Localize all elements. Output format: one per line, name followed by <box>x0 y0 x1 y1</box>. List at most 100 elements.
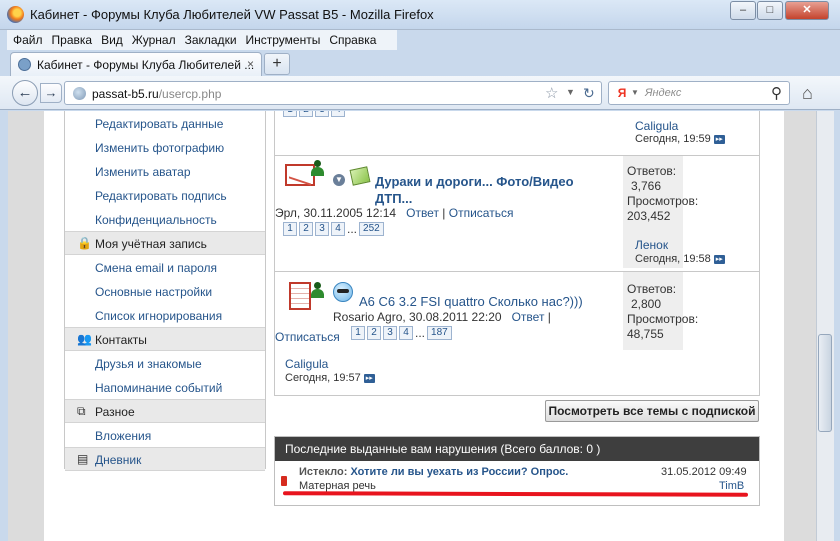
thread-title[interactable]: Дураки и дороги... Фото/Видео <box>375 174 574 189</box>
address-bar[interactable]: passat-b5.ru/usercp.php ☆ ▼ ↻ <box>64 81 602 105</box>
last-post-time-text: Сегодня, 19:57 <box>285 372 361 384</box>
tab-close-icon[interactable]: × <box>247 57 254 71</box>
tab-cabinet[interactable]: Кабинет - Форумы Клуба Любителей ... × <box>10 52 262 76</box>
minimize-button[interactable]: – <box>730 1 756 20</box>
unsubscribe-link[interactable]: Отписаться <box>275 330 340 344</box>
window-titlebar[interactable]: Кабинет - Форумы Клуба Любителей VW Pass… <box>0 0 840 30</box>
sidebar-item-change-avatar[interactable]: Изменить аватар <box>95 165 191 179</box>
thread-pagination: 1 2 3 4 <box>283 111 345 117</box>
page-link[interactable]: 1 <box>351 326 365 340</box>
yandex-icon[interactable]: Я <box>615 86 629 100</box>
page-viewport: Редактировать данные Изменить фотографию… <box>8 111 816 541</box>
maximize-button[interactable]: □ <box>757 1 783 20</box>
page-link[interactable]: 4 <box>331 111 345 117</box>
go-to-last-post-icon[interactable]: ▸▸ <box>713 134 725 144</box>
sidebar-item-privacy[interactable]: Конфиденциальность <box>95 213 217 227</box>
scrollbar-thumb[interactable] <box>818 334 832 432</box>
page-link-last[interactable]: 187 <box>427 326 452 340</box>
page-link[interactable]: 4 <box>399 326 413 340</box>
thread-title[interactable]: A6 C6 3.2 FSI quattro Сколько нас?))) <box>359 294 583 309</box>
page-link[interactable]: 2 <box>299 222 313 236</box>
site-favicon-icon <box>18 58 31 71</box>
page-link[interactable]: 1 <box>283 111 297 117</box>
sidebar-item-change-photo[interactable]: Изменить фотографию <box>95 141 224 155</box>
page-link[interactable]: 3 <box>315 222 329 236</box>
last-post-user[interactable]: Caligula <box>635 119 678 133</box>
infraction-moderator-link[interactable]: TimB <box>719 480 744 492</box>
page-link[interactable]: 2 <box>367 326 381 340</box>
menu-file[interactable]: Файл <box>13 33 43 47</box>
menu-view[interactable]: Вид <box>101 33 123 47</box>
page-scrollbar[interactable] <box>816 111 834 541</box>
menu-bar: Файл Правка Вид Журнал Закладки Инструме… <box>7 30 397 50</box>
search-icon[interactable]: ⚲ <box>771 84 782 102</box>
pagination-ellipsis: ... <box>415 326 426 340</box>
infraction-thread-link[interactable]: Хотите ли вы уехать из России? Опрос. <box>350 466 568 478</box>
menu-history[interactable]: Журнал <box>132 33 176 47</box>
search-input[interactable]: Яндекс <box>645 87 681 99</box>
sidebar-item-event-reminders[interactable]: Напоминание событий <box>95 381 222 395</box>
thread-meta: Эрл, 30.11.2005 12:14 Ответ | Отписаться <box>275 206 514 220</box>
sidebar-item-friends[interactable]: Друзья и знакомые <box>95 357 202 371</box>
sidebar-item-email-password[interactable]: Смена email и пароля <box>95 261 217 275</box>
reload-icon[interactable]: ↻ <box>583 85 595 102</box>
infractions-header: Последние выданные вам нарушения (Всего … <box>275 437 759 461</box>
sidebar-header-contacts: 👥 Контакты <box>65 327 265 351</box>
new-tab-button[interactable]: + <box>264 53 290 75</box>
url-host: passat-b5.ru <box>92 87 159 101</box>
page-link[interactable]: 4 <box>331 222 345 236</box>
page-link[interactable]: 1 <box>283 222 297 236</box>
thread-title-continued[interactable]: ДТП... <box>375 191 412 206</box>
menu-tools[interactable]: Инструменты <box>246 33 321 47</box>
last-post-user[interactable]: Caligula <box>285 357 328 371</box>
menu-help[interactable]: Справка <box>329 33 376 47</box>
menu-bookmarks[interactable]: Закладки <box>185 33 237 47</box>
sidebar-item-edit-signature[interactable]: Редактировать подпись <box>95 189 227 203</box>
thread-row: 1 2 3 4 Caligula Сегодня, 19:59▸▸ <box>275 111 759 153</box>
new-posts-arrow-icon[interactable]: ▼ <box>333 174 345 186</box>
sidebar-header-diary[interactable]: ▤ Дневник <box>65 447 265 471</box>
close-window-button[interactable]: ✕ <box>785 1 829 20</box>
back-button[interactable]: ← <box>12 80 38 106</box>
menu-edit[interactable]: Правка <box>52 33 93 47</box>
home-icon[interactable]: ⌂ <box>802 83 813 104</box>
sidebar-item-ignore-list[interactable]: Список игнорирования <box>95 309 222 323</box>
sidebar-header-label: Разное <box>95 405 135 419</box>
subscribed-threads: 1 2 3 4 Caligula Сегодня, 19:59▸▸ ▼ Дура… <box>274 111 760 396</box>
thread-pagination: 1 2 3 4 ... 187 <box>351 326 452 340</box>
go-to-last-post-icon[interactable]: ▸▸ <box>363 373 375 383</box>
sidebar-item-attachments[interactable]: Вложения <box>95 429 151 443</box>
last-post-time: Сегодня, 19:59 ▸▸ <box>635 133 725 145</box>
search-engine-dropdown-icon[interactable]: ▼ <box>631 88 639 97</box>
sidebar-item-edit-profile[interactable]: Редактировать данные <box>95 117 223 131</box>
thread-author-date: Эрл, 30.11.2005 12:14 <box>275 206 397 220</box>
last-post-time-text: Сегодня, 19:58 <box>635 253 711 265</box>
thread-row: ▼ Дураки и дороги... Фото/Видео ДТП... Э… <box>275 155 759 269</box>
forward-button[interactable]: → <box>40 83 62 103</box>
usercp-sidebar: Редактировать данные Изменить фотографию… <box>64 111 266 471</box>
bookmark-star-icon[interactable]: ☆ <box>545 84 558 102</box>
sidebar-header-label: Дневник <box>95 453 142 467</box>
globe-icon <box>73 87 86 100</box>
page-link[interactable]: 3 <box>315 111 329 117</box>
sidebar-header-label: Моя учётная запись <box>95 237 207 251</box>
unsubscribe-link[interactable]: Отписаться <box>449 206 514 220</box>
reply-link[interactable]: Ответ <box>512 310 545 324</box>
page-body: Редактировать данные Изменить фотографию… <box>44 111 784 541</box>
thread-row: A6 C6 3.2 FSI quattro Сколько нас?))) Ro… <box>275 271 759 395</box>
last-post-user[interactable]: Ленок <box>635 238 668 252</box>
thread-note-icon <box>349 166 371 186</box>
page-link-last[interactable]: 252 <box>359 222 384 236</box>
views-count: 48,755 <box>627 327 664 341</box>
page-link[interactable]: 2 <box>299 111 313 117</box>
lock-icon: 🔒 <box>77 236 92 250</box>
search-bar[interactable]: Я ▼ Яндекс ⚲ <box>608 81 790 105</box>
reply-link[interactable]: Ответ <box>406 206 439 220</box>
navigation-bar: ← → passat-b5.ru/usercp.php ☆ ▼ ↻ Я ▼ Ян… <box>0 76 840 110</box>
page-link[interactable]: 3 <box>383 326 397 340</box>
view-all-subscriptions-button[interactable]: Посмотреть все темы с подпиской <box>545 400 759 422</box>
go-to-last-post-icon[interactable]: ▸▸ <box>713 254 725 264</box>
sidebar-item-main-settings[interactable]: Основные настройки <box>95 285 212 299</box>
subscribed-user-icon <box>311 282 324 298</box>
url-dropdown-icon[interactable]: ▼ <box>566 87 575 97</box>
